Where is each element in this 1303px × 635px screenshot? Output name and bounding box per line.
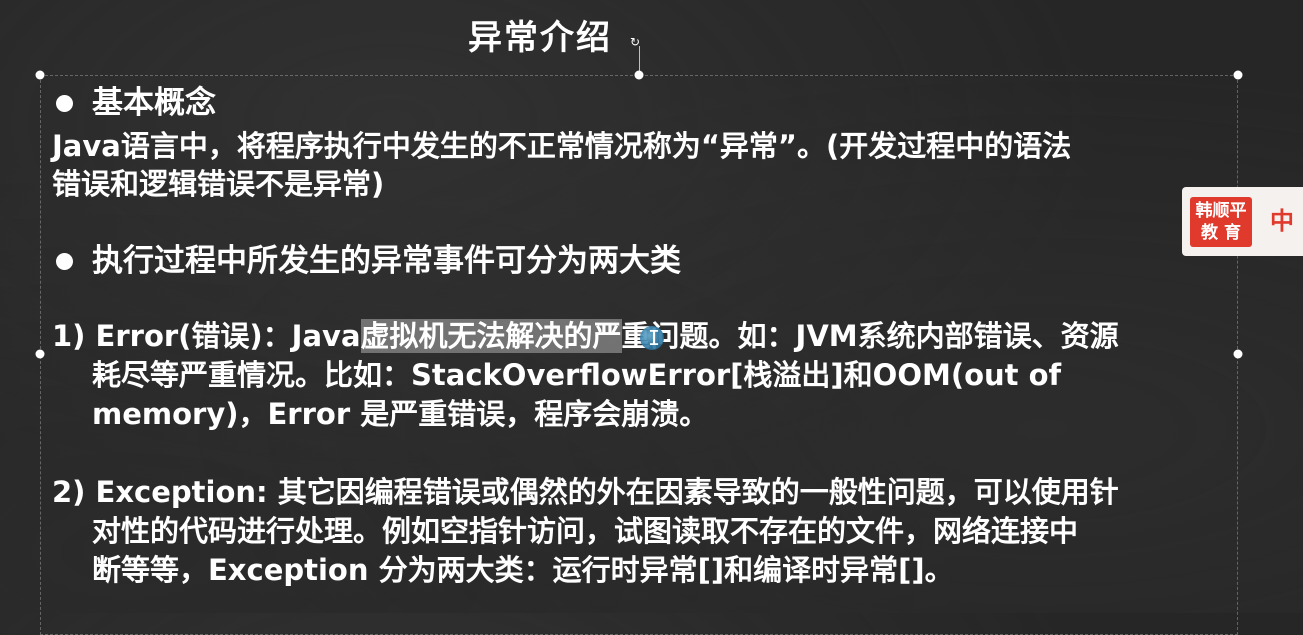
body-text-line: 错误和逻辑错误不是异常)	[52, 167, 385, 201]
error-item-suffix: 重问题。如：JVM系统内部错误、资源	[621, 319, 1119, 353]
brand-badge: 韩顺平 教 育 中	[1182, 187, 1303, 256]
resize-handle-middle-left[interactable]	[35, 349, 45, 359]
error-item-line: memory)，Error 是严重错误，程序会崩溃。	[92, 397, 709, 431]
resize-handle-middle-right[interactable]	[1233, 349, 1243, 359]
resize-handle-top-right[interactable]	[1233, 70, 1243, 80]
text-cursor-icon: I	[648, 326, 661, 350]
slide-title: 异常介绍	[468, 18, 612, 58]
body-text-line: Java语言中，将程序执行中发生的不正常情况称为“异常”。(开发过程中的语法	[52, 129, 1072, 163]
bullet-icon	[56, 95, 73, 112]
error-item-prefix: 1) Error(错误)：Java	[52, 319, 361, 353]
brand-logo: 韩顺平 教 育	[1190, 197, 1252, 247]
selected-text-highlight[interactable]: 虚拟机无法解决的严	[360, 319, 622, 353]
resize-handle-top-left[interactable]	[35, 70, 45, 80]
brand-side-text: 中	[1270, 207, 1294, 235]
brand-logo-line2: 教 育	[1201, 223, 1241, 243]
rotate-icon[interactable]: ↻	[630, 36, 642, 48]
exception-item-line: 2) Exception: 其它因编程错误或偶然的外在因素导致的一般性问题，可以…	[52, 475, 1119, 509]
error-item-line: 1) Error(错误)：Java虚拟机无法解决的严重问题。如：JVM系统内部错…	[52, 318, 1119, 355]
error-item-line: 耗尽等严重情况。比如：StackOverflowError[栈溢出]和OOM(o…	[92, 358, 1062, 392]
section-heading-two-categories: 执行过程中所发生的异常事件可分为两大类	[92, 243, 681, 279]
exception-item-line: 断等等，Exception 分为两大类：运行时异常[]和编译时异常[]。	[92, 553, 954, 587]
exception-item-line: 对性的代码进行处理。例如空指针访问，试图读取不存在的文件，网络连接中	[92, 514, 1079, 548]
bullet-icon	[56, 253, 73, 270]
brand-logo-line1: 韩顺平	[1195, 201, 1247, 221]
section-heading-basic-concept: 基本概念	[92, 85, 216, 121]
resize-handle-top-center[interactable]	[634, 70, 644, 80]
